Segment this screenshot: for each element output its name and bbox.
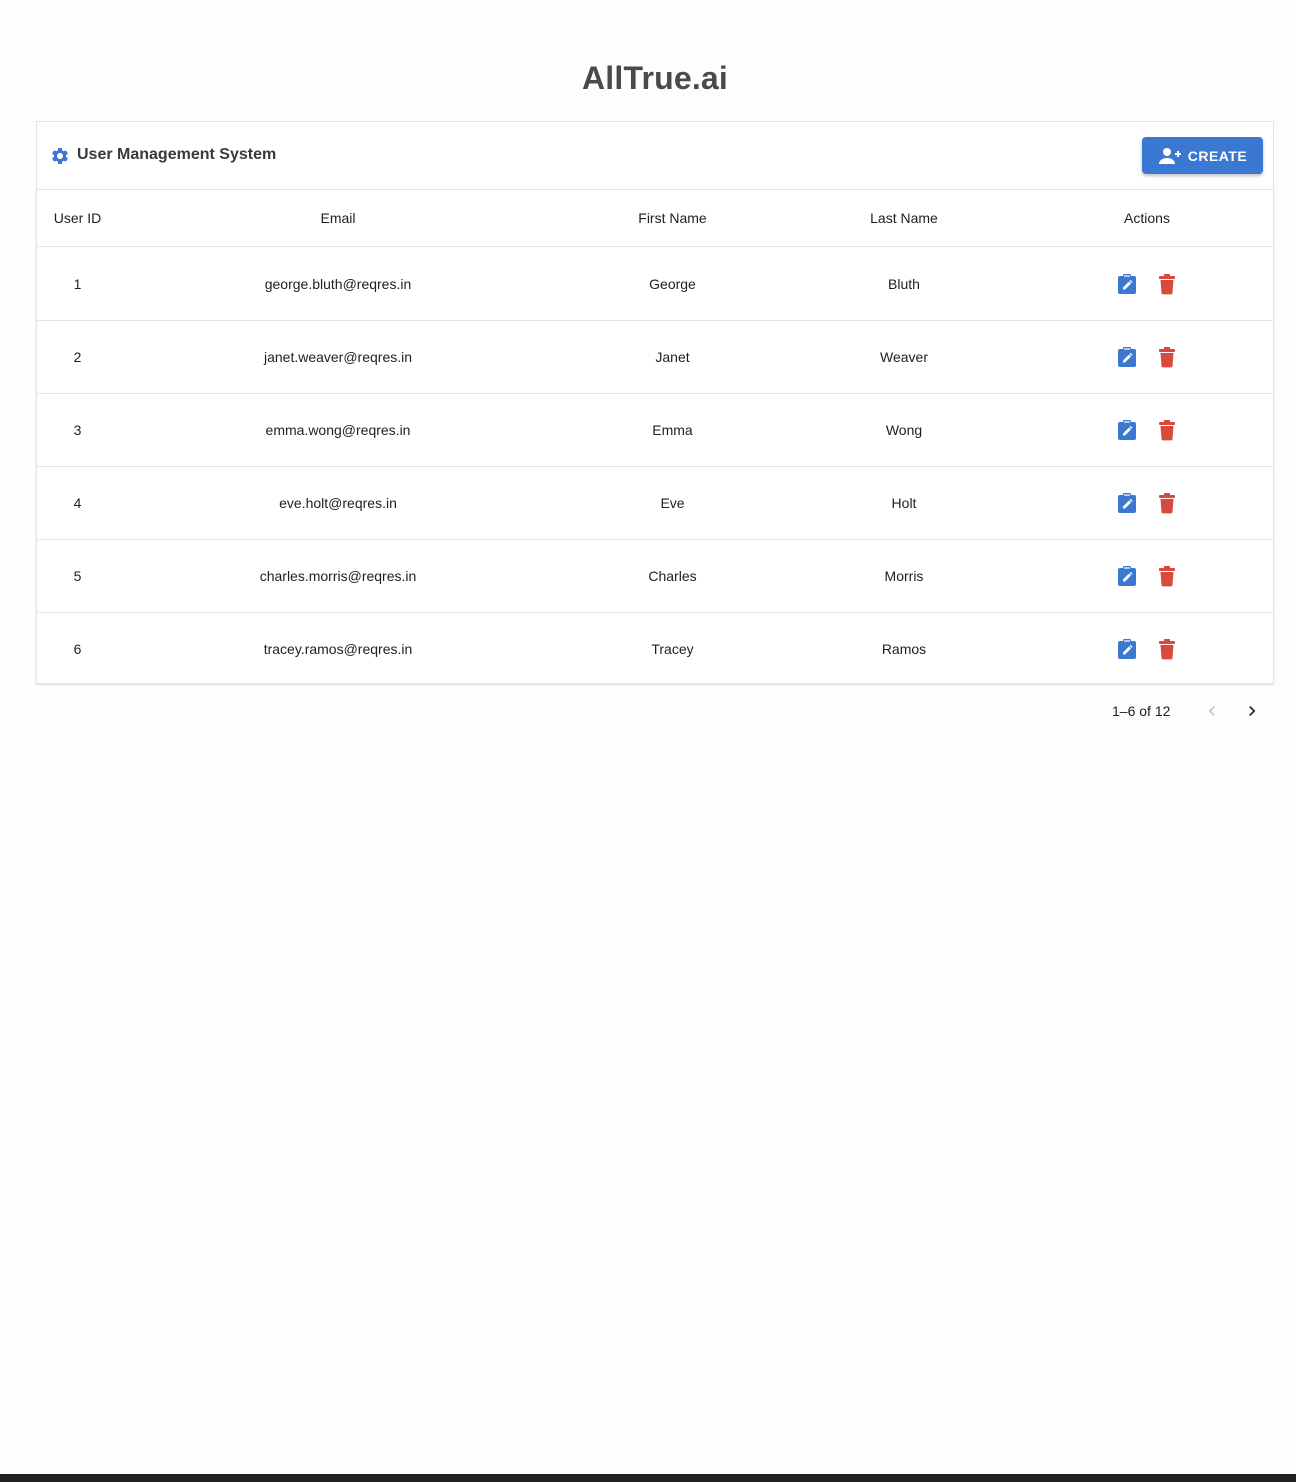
cell-first-name: Janet xyxy=(655,349,690,365)
column-header-last-name[interactable]: Last Name xyxy=(787,210,1021,226)
cell-last-name: Morris xyxy=(884,568,924,584)
panel-title: User Management System xyxy=(77,146,277,163)
edit-user-button[interactable] xyxy=(1117,492,1137,514)
table-row[interactable]: 3 emma.wong@reqres.in Emma Wong xyxy=(37,393,1273,467)
gear-icon xyxy=(50,146,70,166)
row-actions xyxy=(1117,419,1187,441)
row-actions xyxy=(1117,565,1187,587)
trash-icon xyxy=(1159,639,1175,660)
delete-user-button[interactable] xyxy=(1158,273,1176,295)
create-button-label: CREATE xyxy=(1187,147,1248,164)
cell-user-id: 1 xyxy=(73,276,82,292)
edit-user-button[interactable] xyxy=(1117,273,1137,295)
table-row[interactable]: 6 tracey.ramos@reqres.in Tracey Ramos xyxy=(37,612,1273,685)
cell-last-name: Weaver xyxy=(880,349,928,365)
edit-clipboard-icon xyxy=(1118,347,1136,367)
cell-user-id: 3 xyxy=(73,422,82,438)
edit-user-button[interactable] xyxy=(1117,565,1137,587)
cell-user-id: 5 xyxy=(73,568,82,584)
edit-clipboard-icon xyxy=(1118,639,1136,659)
cell-email: janet.weaver@reqres.in xyxy=(263,349,413,365)
column-header-user-id[interactable]: User ID xyxy=(37,210,118,226)
cell-user-id: 6 xyxy=(73,641,82,657)
column-header-actions[interactable]: Actions xyxy=(1021,210,1273,226)
cell-last-name: Bluth xyxy=(888,276,920,292)
pagination-label: 1–6 of 12 xyxy=(1112,703,1171,719)
delete-user-button[interactable] xyxy=(1158,638,1176,660)
table-header: User ID Email First Name Last Name Actio… xyxy=(37,190,1273,247)
add-user-icon xyxy=(1158,147,1181,164)
cell-last-name: Wong xyxy=(885,422,923,438)
edit-clipboard-icon xyxy=(1118,274,1136,294)
delete-user-button[interactable] xyxy=(1158,346,1176,368)
trash-icon xyxy=(1159,347,1175,368)
cell-first-name: Tracey xyxy=(651,641,694,657)
table-row[interactable]: 4 eve.holt@reqres.in Eve Holt xyxy=(37,466,1273,540)
column-header-email[interactable]: Email xyxy=(118,210,558,226)
trash-icon xyxy=(1159,493,1175,514)
users-table: User ID Email First Name Last Name Actio… xyxy=(36,189,1274,684)
edit-user-button[interactable] xyxy=(1117,419,1137,441)
chevron-right-icon xyxy=(1249,706,1256,716)
chevron-left-icon xyxy=(1208,706,1215,716)
delete-user-button[interactable] xyxy=(1158,492,1176,514)
cell-email: tracey.ramos@reqres.in xyxy=(263,641,413,657)
trash-icon xyxy=(1159,274,1175,295)
bottom-bar xyxy=(0,1474,1296,1482)
cell-email: emma.wong@reqres.in xyxy=(265,422,411,438)
row-actions xyxy=(1117,638,1187,660)
edit-clipboard-icon xyxy=(1118,493,1136,513)
row-actions xyxy=(1117,273,1187,295)
cell-first-name: Eve xyxy=(660,495,685,511)
panel-toolbar: User Management System CREATE xyxy=(37,122,1273,189)
prev-page-button[interactable] xyxy=(1202,700,1222,722)
delete-user-button[interactable] xyxy=(1158,565,1176,587)
app-title: AllTrue.ai xyxy=(581,60,729,96)
panel-header: User Management System CREATE xyxy=(36,121,1274,189)
table-row[interactable]: 2 janet.weaver@reqres.in Janet Weaver xyxy=(37,320,1273,394)
cell-email: charles.morris@reqres.in xyxy=(259,568,417,584)
row-actions xyxy=(1117,346,1187,368)
table-row[interactable]: 5 charles.morris@reqres.in Charles Morris xyxy=(37,539,1273,613)
table-row[interactable]: 1 george.bluth@reqres.in George Bluth xyxy=(37,247,1273,321)
edit-user-button[interactable] xyxy=(1117,638,1137,660)
cell-email: eve.holt@reqres.in xyxy=(279,495,397,511)
cell-last-name: Ramos xyxy=(881,641,927,657)
cell-first-name: Charles xyxy=(648,568,697,584)
cell-email: george.bluth@reqres.in xyxy=(264,276,412,292)
cell-user-id: 4 xyxy=(73,495,82,511)
edit-clipboard-icon xyxy=(1118,566,1136,586)
cell-last-name: Holt xyxy=(891,495,917,511)
trash-icon xyxy=(1159,566,1175,587)
create-user-button[interactable]: CREATE xyxy=(1142,137,1263,174)
edit-clipboard-icon xyxy=(1118,420,1136,440)
edit-user-button[interactable] xyxy=(1117,346,1137,368)
cell-first-name: George xyxy=(649,276,696,292)
cell-first-name: Emma xyxy=(652,422,693,438)
pagination: 1–6 of 12 xyxy=(1100,700,1280,724)
cell-user-id: 2 xyxy=(73,349,82,365)
column-header-first-name[interactable]: First Name xyxy=(558,210,787,226)
row-actions xyxy=(1117,492,1187,514)
next-page-button[interactable] xyxy=(1242,700,1262,722)
trash-icon xyxy=(1159,420,1175,441)
delete-user-button[interactable] xyxy=(1158,419,1176,441)
